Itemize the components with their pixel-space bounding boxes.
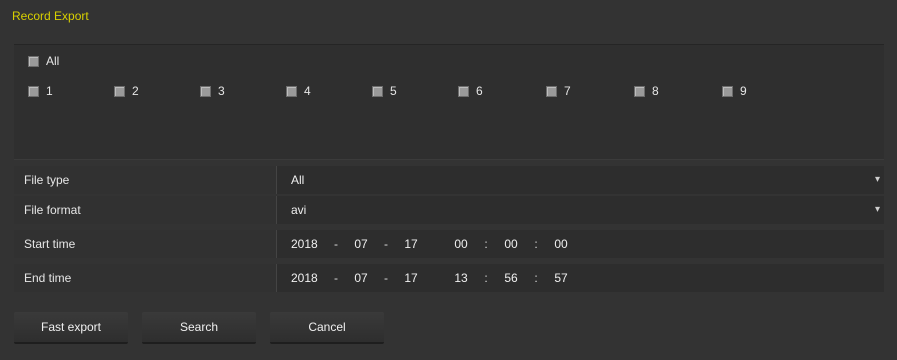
start-month[interactable]: 07 bbox=[347, 230, 375, 258]
channel-checkbox-all[interactable]: All bbox=[28, 53, 59, 69]
start-time-label: Start time bbox=[14, 230, 276, 258]
chevron-down-icon[interactable]: ▾ bbox=[875, 196, 880, 224]
checkbox-icon[interactable] bbox=[546, 85, 557, 97]
channel-label: 3 bbox=[218, 84, 225, 98]
start-year[interactable]: 2018 bbox=[291, 230, 325, 258]
checkbox-icon[interactable] bbox=[114, 85, 125, 97]
start-time-field[interactable]: 2018 - 07 - 17 00 : 00 : 00 bbox=[277, 230, 884, 258]
checkbox-icon[interactable] bbox=[722, 85, 733, 97]
channel-checkbox-1[interactable]: 1 bbox=[28, 83, 53, 99]
checkbox-icon[interactable] bbox=[372, 85, 383, 97]
file-format-label: File format bbox=[14, 196, 276, 224]
chevron-down-icon[interactable]: ▾ bbox=[875, 166, 880, 194]
channel-label: 1 bbox=[46, 84, 53, 98]
channel-checkbox-8[interactable]: 8 bbox=[634, 83, 659, 99]
end-time-row: End time 2018 - 07 - 17 13 : 56 : 57 bbox=[14, 264, 884, 292]
channel-checkbox-4[interactable]: 4 bbox=[286, 83, 311, 99]
end-time-label: End time bbox=[14, 264, 276, 292]
end-day[interactable]: 17 bbox=[397, 264, 425, 292]
start-day[interactable]: 17 bbox=[397, 230, 425, 258]
start-hour[interactable]: 00 bbox=[447, 230, 475, 258]
end-hour[interactable]: 13 bbox=[447, 264, 475, 292]
channel-label: 6 bbox=[476, 84, 483, 98]
file-type-value: All bbox=[291, 173, 305, 187]
time-separator: : bbox=[534, 271, 538, 285]
end-month[interactable]: 07 bbox=[347, 264, 375, 292]
channel-selection-panel: All 1 2 3 4 5 6 7 8 9 bbox=[14, 44, 884, 160]
end-minute[interactable]: 56 bbox=[497, 264, 525, 292]
end-second[interactable]: 57 bbox=[547, 264, 575, 292]
channel-label: 4 bbox=[304, 84, 311, 98]
channel-checkbox-9[interactable]: 9 bbox=[722, 83, 747, 99]
time-separator: : bbox=[534, 237, 538, 251]
checkbox-icon[interactable] bbox=[634, 85, 645, 97]
channel-checkbox-6[interactable]: 6 bbox=[458, 83, 483, 99]
record-export-window: Record Export All 1 2 3 4 5 6 7 8 9 File… bbox=[0, 0, 897, 360]
channel-checkbox-3[interactable]: 3 bbox=[200, 83, 225, 99]
file-format-select[interactable]: avi ▾ bbox=[277, 196, 884, 224]
channel-label: 5 bbox=[390, 84, 397, 98]
channel-label: 7 bbox=[564, 84, 571, 98]
file-type-select[interactable]: All ▾ bbox=[277, 166, 884, 194]
end-year[interactable]: 2018 bbox=[291, 264, 325, 292]
window-title: Record Export bbox=[12, 9, 89, 23]
channel-label-all: All bbox=[46, 54, 60, 68]
checkbox-icon[interactable] bbox=[28, 55, 39, 67]
channel-checkbox-2[interactable]: 2 bbox=[114, 83, 139, 99]
time-separator: : bbox=[484, 271, 488, 285]
start-minute[interactable]: 00 bbox=[497, 230, 525, 258]
channel-checkbox-5[interactable]: 5 bbox=[372, 83, 397, 99]
channel-label: 2 bbox=[132, 84, 139, 98]
end-time-field[interactable]: 2018 - 07 - 17 13 : 56 : 57 bbox=[277, 264, 884, 292]
cancel-button[interactable]: Cancel bbox=[270, 312, 384, 344]
action-buttons: Fast export Search Cancel bbox=[14, 312, 384, 344]
date-separator: - bbox=[334, 271, 338, 285]
date-separator: - bbox=[334, 237, 338, 251]
checkbox-icon[interactable] bbox=[458, 85, 469, 97]
checkbox-icon[interactable] bbox=[28, 85, 39, 97]
channel-checkbox-7[interactable]: 7 bbox=[546, 83, 571, 99]
checkbox-icon[interactable] bbox=[286, 85, 297, 97]
file-type-label: File type bbox=[14, 166, 276, 194]
start-second[interactable]: 00 bbox=[547, 230, 575, 258]
date-separator: - bbox=[384, 271, 388, 285]
file-format-value: avi bbox=[291, 203, 307, 217]
search-button[interactable]: Search bbox=[142, 312, 256, 344]
date-separator: - bbox=[384, 237, 388, 251]
start-time-row: Start time 2018 - 07 - 17 00 : 00 : 00 bbox=[14, 230, 884, 258]
checkbox-icon[interactable] bbox=[200, 85, 211, 97]
channel-label: 8 bbox=[652, 84, 659, 98]
fast-export-button[interactable]: Fast export bbox=[14, 312, 128, 344]
file-format-row: File format avi ▾ bbox=[14, 196, 884, 224]
time-separator: : bbox=[484, 237, 488, 251]
channel-label: 9 bbox=[740, 84, 747, 98]
file-type-row: File type All ▾ bbox=[14, 166, 884, 194]
